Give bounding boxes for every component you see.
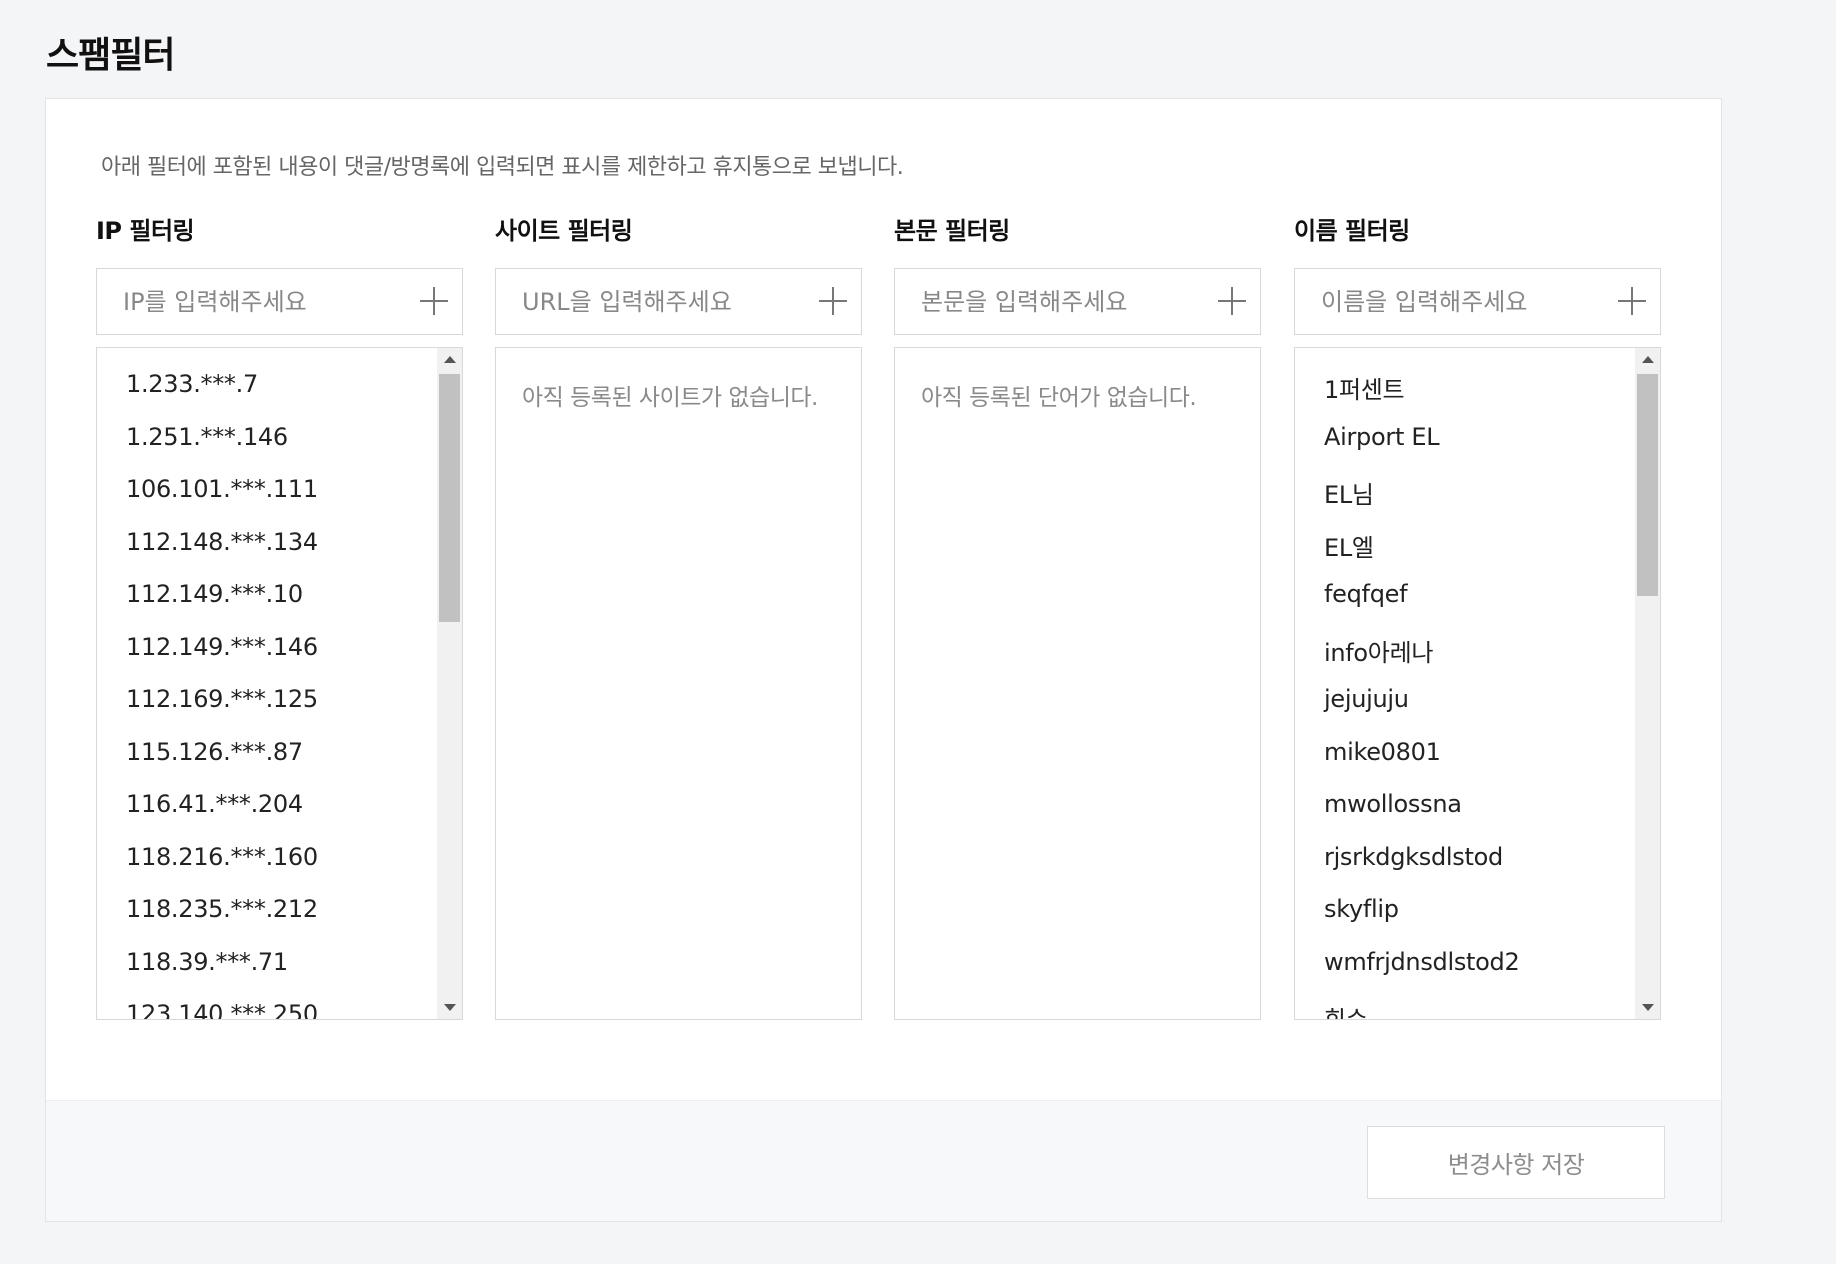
name-input[interactable] bbox=[1321, 269, 1601, 334]
site-filter-column: 사이트 필터링 아직 등록된 사이트가 없습니다. bbox=[495, 217, 862, 1020]
name-add-plus-icon[interactable] bbox=[1618, 287, 1646, 315]
name-filter-title: 이름 필터링 bbox=[1294, 217, 1410, 245]
list-item[interactable]: Airport EL bbox=[1324, 423, 1440, 451]
name-input-group bbox=[1294, 268, 1661, 335]
site-filter-title: 사이트 필터링 bbox=[495, 217, 633, 245]
name-list-items: 1퍼센트 Airport EL EL님 EL엘 feqfqef info아레나 jejuju… bbox=[1295, 348, 1634, 1019]
ip-list[interactable]: 1.233.***.7 1.251.***.146 106.101.***.111 1… bbox=[96, 347, 463, 1020]
filter-card: 아래 필터에 포함된 내용이 댓글/방명록에 입력되면 표시를 제한하고 휴지통… bbox=[45, 98, 1722, 1222]
ip-input[interactable] bbox=[123, 269, 403, 334]
list-item[interactable]: EL엘 bbox=[1324, 528, 1374, 563]
body-filter-title: 본문 필터링 bbox=[894, 217, 1010, 245]
body-empty-message: 아직 등록된 단어가 없습니다. bbox=[921, 385, 1197, 411]
scroll-down-arrow-icon[interactable] bbox=[1642, 1004, 1654, 1011]
scroll-up-arrow-icon[interactable] bbox=[444, 356, 456, 363]
list-item[interactable]: 106.101.***.111 bbox=[126, 475, 318, 503]
filter-description: 아래 필터에 포함된 내용이 댓글/방명록에 입력되면 표시를 제한하고 휴지통… bbox=[101, 155, 904, 180]
site-add-plus-icon[interactable] bbox=[819, 287, 847, 315]
body-list: 아직 등록된 단어가 없습니다. bbox=[894, 347, 1261, 1020]
list-item[interactable]: 115.126.***.87 bbox=[126, 738, 303, 766]
list-item[interactable]: 112.148.***.134 bbox=[126, 528, 318, 556]
list-item[interactable]: 1퍼센트 bbox=[1324, 370, 1405, 405]
ip-filter-column: IP 필터링 1.233.***.7 1.251.***.146 106.101.*… bbox=[96, 217, 463, 1020]
body-input[interactable] bbox=[921, 269, 1201, 334]
list-item[interactable]: 112.149.***.10 bbox=[126, 580, 303, 608]
list-item[interactable]: rjsrkdgksdlstod bbox=[1324, 843, 1503, 871]
list-item[interactable]: 118.235.***.212 bbox=[126, 895, 318, 923]
scroll-down-arrow-icon[interactable] bbox=[444, 1004, 456, 1011]
name-list-scrollbar[interactable] bbox=[1635, 348, 1660, 1019]
ip-add-plus-icon[interactable] bbox=[420, 287, 448, 315]
body-filter-column: 본문 필터링 아직 등록된 단어가 없습니다. bbox=[894, 217, 1261, 1020]
url-input[interactable] bbox=[522, 269, 802, 334]
ip-input-group bbox=[96, 268, 463, 335]
body-input-group bbox=[894, 268, 1261, 335]
list-item[interactable]: 회수 bbox=[1324, 1000, 1368, 1019]
scroll-thumb[interactable] bbox=[1637, 374, 1658, 596]
site-empty-message: 아직 등록된 사이트가 없습니다. bbox=[522, 385, 818, 411]
name-filter-column: 이름 필터링 1퍼센트 Airport EL EL님 EL엘 feqfqef info아레… bbox=[1294, 217, 1661, 1020]
site-list: 아직 등록된 사이트가 없습니다. bbox=[495, 347, 862, 1020]
page-title: 스팸필터 bbox=[46, 35, 175, 76]
list-item[interactable]: 118.39.***.71 bbox=[126, 948, 288, 976]
list-item[interactable]: skyflip bbox=[1324, 895, 1399, 923]
list-item[interactable]: wmfrjdnsdlstod2 bbox=[1324, 948, 1520, 976]
ip-list-scrollbar[interactable] bbox=[437, 348, 462, 1019]
list-item[interactable]: 116.41.***.204 bbox=[126, 790, 303, 818]
name-list[interactable]: 1퍼센트 Airport EL EL님 EL엘 feqfqef info아레나 jejuju… bbox=[1294, 347, 1661, 1020]
list-item[interactable]: mwollossna bbox=[1324, 790, 1462, 818]
list-item[interactable]: EL님 bbox=[1324, 475, 1374, 510]
list-item[interactable]: mike0801 bbox=[1324, 738, 1441, 766]
list-item[interactable]: jejujuju bbox=[1324, 685, 1409, 713]
ip-filter-title: IP 필터링 bbox=[96, 217, 195, 245]
list-item[interactable]: 123.140.***.250 bbox=[126, 1000, 318, 1019]
list-item[interactable]: feqfqef bbox=[1324, 580, 1408, 608]
list-item[interactable]: 1.251.***.146 bbox=[126, 423, 288, 451]
ip-list-items: 1.233.***.7 1.251.***.146 106.101.***.111 1… bbox=[97, 348, 436, 1019]
list-item[interactable]: 1.233.***.7 bbox=[126, 370, 258, 398]
scroll-up-arrow-icon[interactable] bbox=[1642, 356, 1654, 363]
save-changes-button[interactable]: 변경사항 저장 bbox=[1367, 1126, 1665, 1199]
spam-filter-page: 스팸필터 아래 필터에 포함된 내용이 댓글/방명록에 입력되면 표시를 제한하… bbox=[0, 0, 1836, 1264]
list-item[interactable]: 112.169.***.125 bbox=[126, 685, 318, 713]
list-item[interactable]: info아레나 bbox=[1324, 633, 1433, 668]
list-item[interactable]: 118.216.***.160 bbox=[126, 843, 318, 871]
site-input-group bbox=[495, 268, 862, 335]
card-footer: 변경사항 저장 bbox=[46, 1100, 1721, 1221]
body-add-plus-icon[interactable] bbox=[1218, 287, 1246, 315]
scroll-thumb[interactable] bbox=[439, 374, 460, 622]
list-item[interactable]: 112.149.***.146 bbox=[126, 633, 318, 661]
